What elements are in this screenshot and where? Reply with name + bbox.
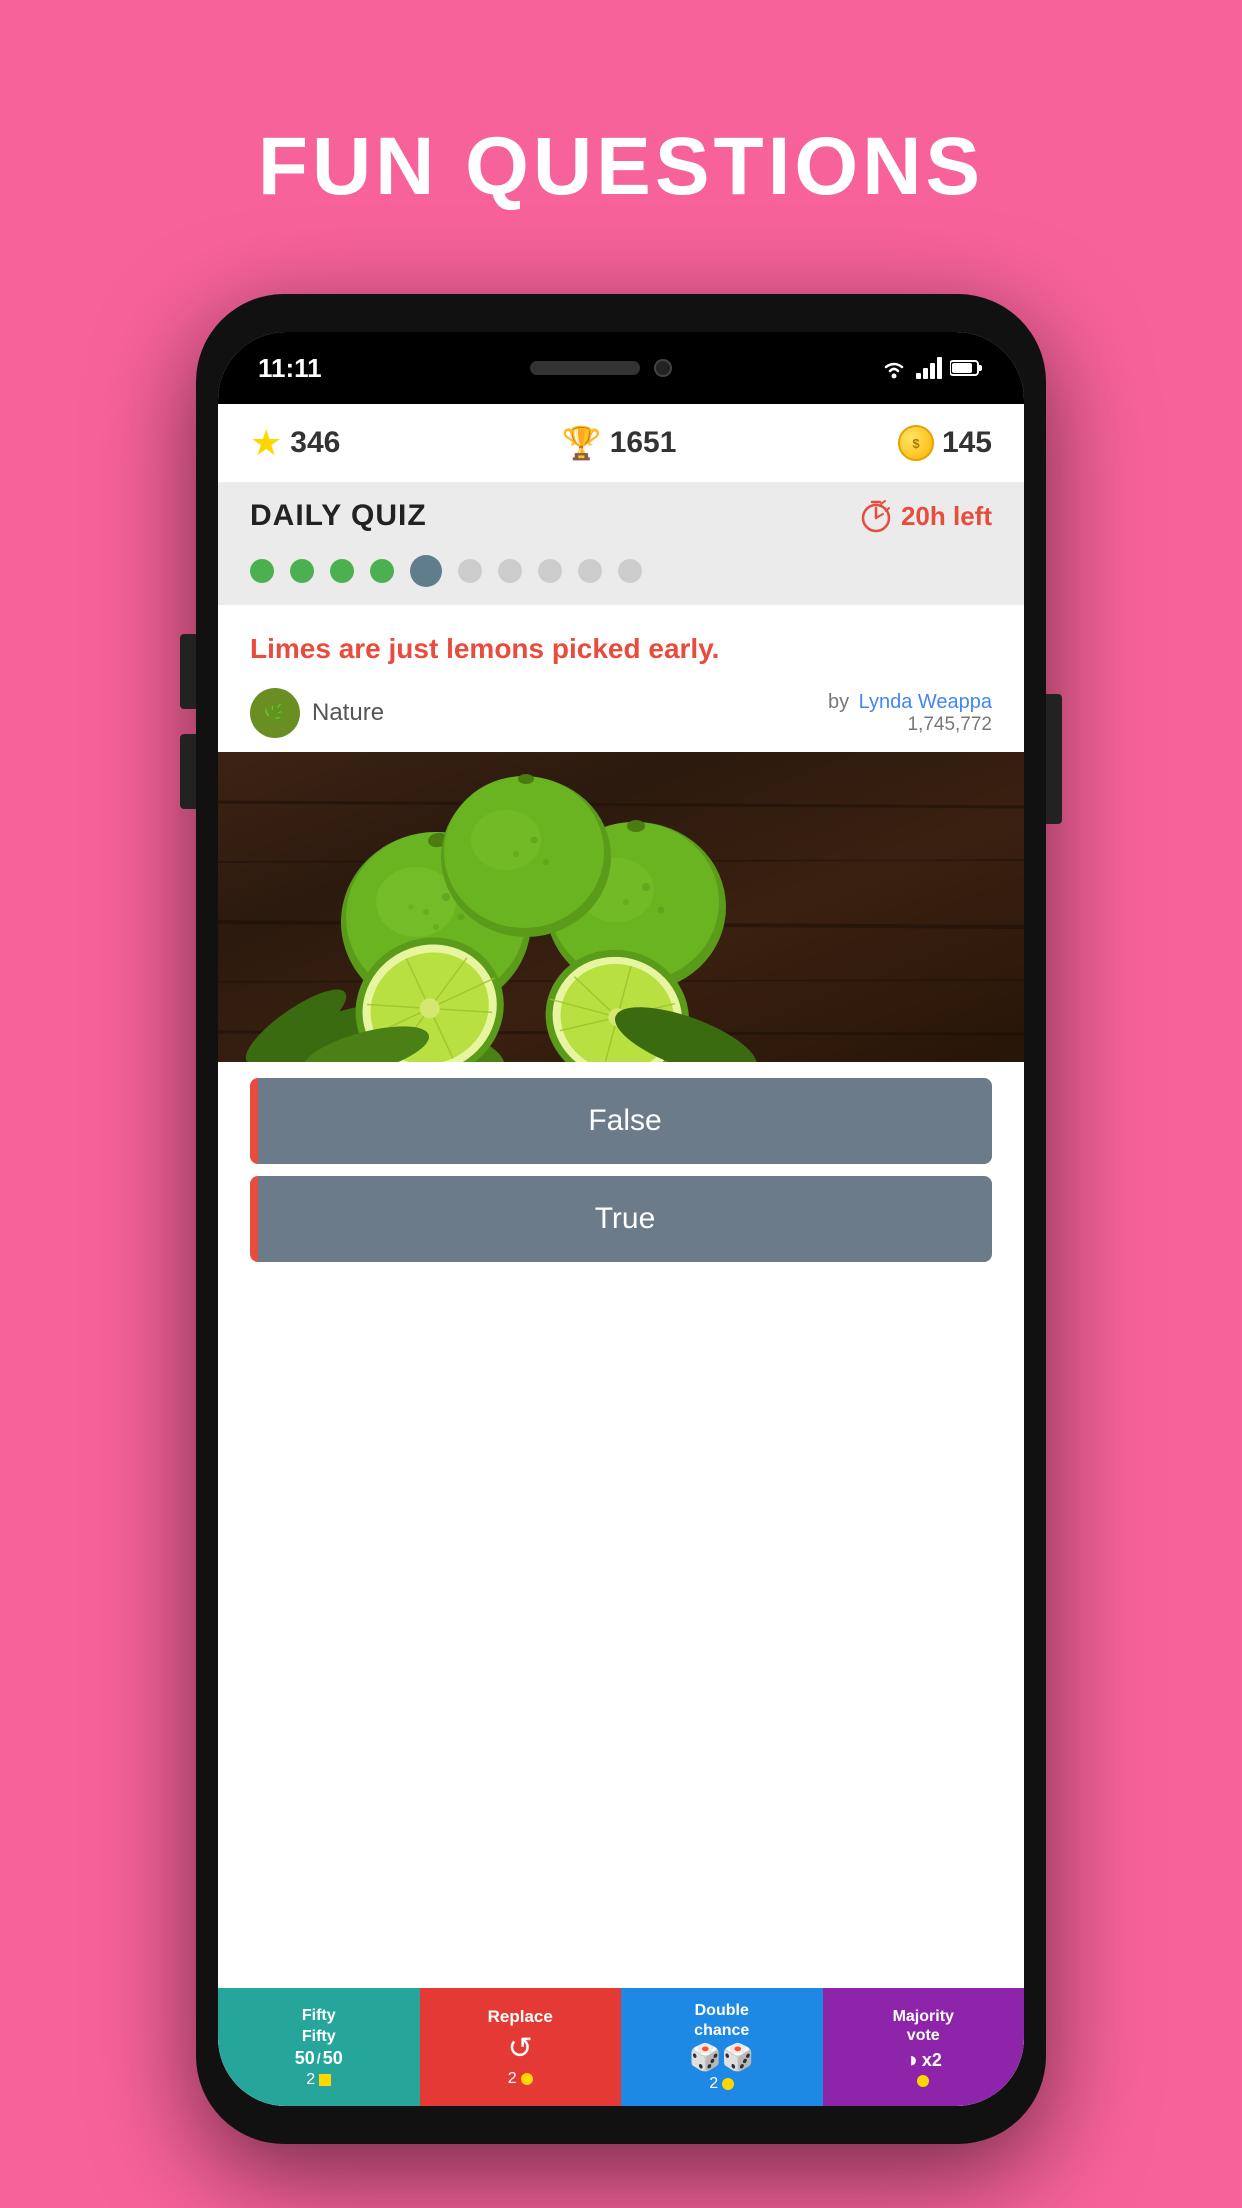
replace-icon: ↺ xyxy=(508,2031,533,2066)
dot-10 xyxy=(618,559,642,583)
replace-cost: 2 xyxy=(508,2070,533,2088)
category-name: Nature xyxy=(312,699,384,727)
answer-false[interactable]: False xyxy=(250,1078,992,1164)
dot-4 xyxy=(370,559,394,583)
battery-icon xyxy=(950,359,984,377)
phone-wrapper: 11:11 xyxy=(196,294,1046,2144)
majority-vote-label: Majorityvote xyxy=(893,2007,954,2045)
notch-center xyxy=(530,359,672,377)
page-title: FUN QUESTIONS xyxy=(258,120,984,214)
content-spacer xyxy=(218,1278,1024,1988)
powerup-double-chance[interactable]: Doublechance 🎲🎲 2 xyxy=(621,1988,823,2106)
daily-quiz-header: DAILY QUIZ 20h left xyxy=(218,483,1024,545)
dot-9 xyxy=(578,559,602,583)
author-name[interactable]: Lynda Weappa xyxy=(859,691,992,713)
dot-8 xyxy=(538,559,562,583)
coins-value: 145 xyxy=(942,426,992,460)
wifi-icon xyxy=(880,357,908,379)
camera-dot xyxy=(654,359,672,377)
fifty-fifty-label: Fifty Fifty xyxy=(302,2005,336,2046)
category-left: 🌿 Nature xyxy=(250,688,384,738)
dot-7 xyxy=(498,559,522,583)
answers-section: False True xyxy=(218,1062,1024,1278)
status-icons xyxy=(880,357,984,379)
powerup-replace[interactable]: Replace ↺ 2 xyxy=(420,1988,622,2106)
signal-icon xyxy=(916,357,942,379)
replace-label: Replace xyxy=(488,2007,553,2027)
trophy-value: 1651 xyxy=(610,426,677,460)
coin-icon: $ xyxy=(898,425,934,461)
timer-icon xyxy=(859,499,893,533)
powerup-fifty-fifty[interactable]: Fifty Fifty 50/50 2 xyxy=(218,1988,420,2106)
powerup-majority-vote[interactable]: Majorityvote ◑ x2 xyxy=(823,1988,1025,2106)
powerups-bar: Fifty Fifty 50/50 2 Re xyxy=(218,1988,1024,2106)
side-button-left2 xyxy=(180,734,196,809)
majority-vote-cost xyxy=(917,2075,929,2087)
side-button-right xyxy=(1046,694,1062,824)
double-chance-icon: 🎲🎲 xyxy=(689,2042,754,2073)
dot-2 xyxy=(290,559,314,583)
app-content: ★ 346 🏆 1651 $ 145 xyxy=(218,404,1024,2106)
dot-current xyxy=(410,555,442,587)
author-by: by xyxy=(828,691,849,713)
question-image xyxy=(218,752,1024,1062)
timer-text: 20h left xyxy=(901,501,992,532)
phone-shell: 11:11 xyxy=(196,294,1046,2144)
progress-dots xyxy=(218,545,1024,605)
majority-vote-icons: ◑ x2 xyxy=(905,2047,942,2073)
question-text: Limes are just lemons picked early. xyxy=(250,633,719,664)
time-display: 11:11 xyxy=(258,353,322,384)
dot-1 xyxy=(250,559,274,583)
category-icon: 🌿 xyxy=(250,688,300,738)
author-count: 1,745,772 xyxy=(828,714,992,736)
answer-true[interactable]: True xyxy=(250,1176,992,1262)
phone-screen: 11:11 xyxy=(218,332,1024,2106)
trophy-stat: 🏆 1651 xyxy=(562,424,677,462)
question-section: Limes are just lemons picked early. xyxy=(218,605,1024,678)
double-chance-cost: 2 xyxy=(709,2075,734,2093)
stars-value: 346 xyxy=(290,426,340,460)
timer-section: 20h left xyxy=(859,499,992,533)
category-row: 🌿 Nature by Lynda Weappa 1,745,772 xyxy=(218,678,1024,752)
coins-stat: $ 145 xyxy=(898,425,992,461)
speaker-grille xyxy=(530,361,640,375)
stars-stat: ★ 346 xyxy=(250,422,340,464)
daily-quiz-title: DAILY QUIZ xyxy=(250,499,427,533)
fifty-fifty-cost: 2 xyxy=(306,2071,331,2089)
dot-3 xyxy=(330,559,354,583)
double-chance-label: Doublechance xyxy=(694,2001,749,2039)
lime-image xyxy=(218,752,1024,1062)
stats-bar: ★ 346 🏆 1651 $ 145 xyxy=(218,404,1024,483)
page-background: FUN QUESTIONS 11:11 xyxy=(0,0,1242,2208)
fifty-fifty-value: 50/50 xyxy=(295,2048,343,2069)
star-icon: ★ xyxy=(250,422,282,464)
notch-bar: 11:11 xyxy=(218,332,1024,404)
side-button-left xyxy=(180,634,196,709)
dot-6 xyxy=(458,559,482,583)
trophy-icon: 🏆 xyxy=(562,424,602,462)
author-section: by Lynda Weappa 1,745,772 xyxy=(828,691,992,736)
author-line: by Lynda Weappa xyxy=(828,691,992,714)
